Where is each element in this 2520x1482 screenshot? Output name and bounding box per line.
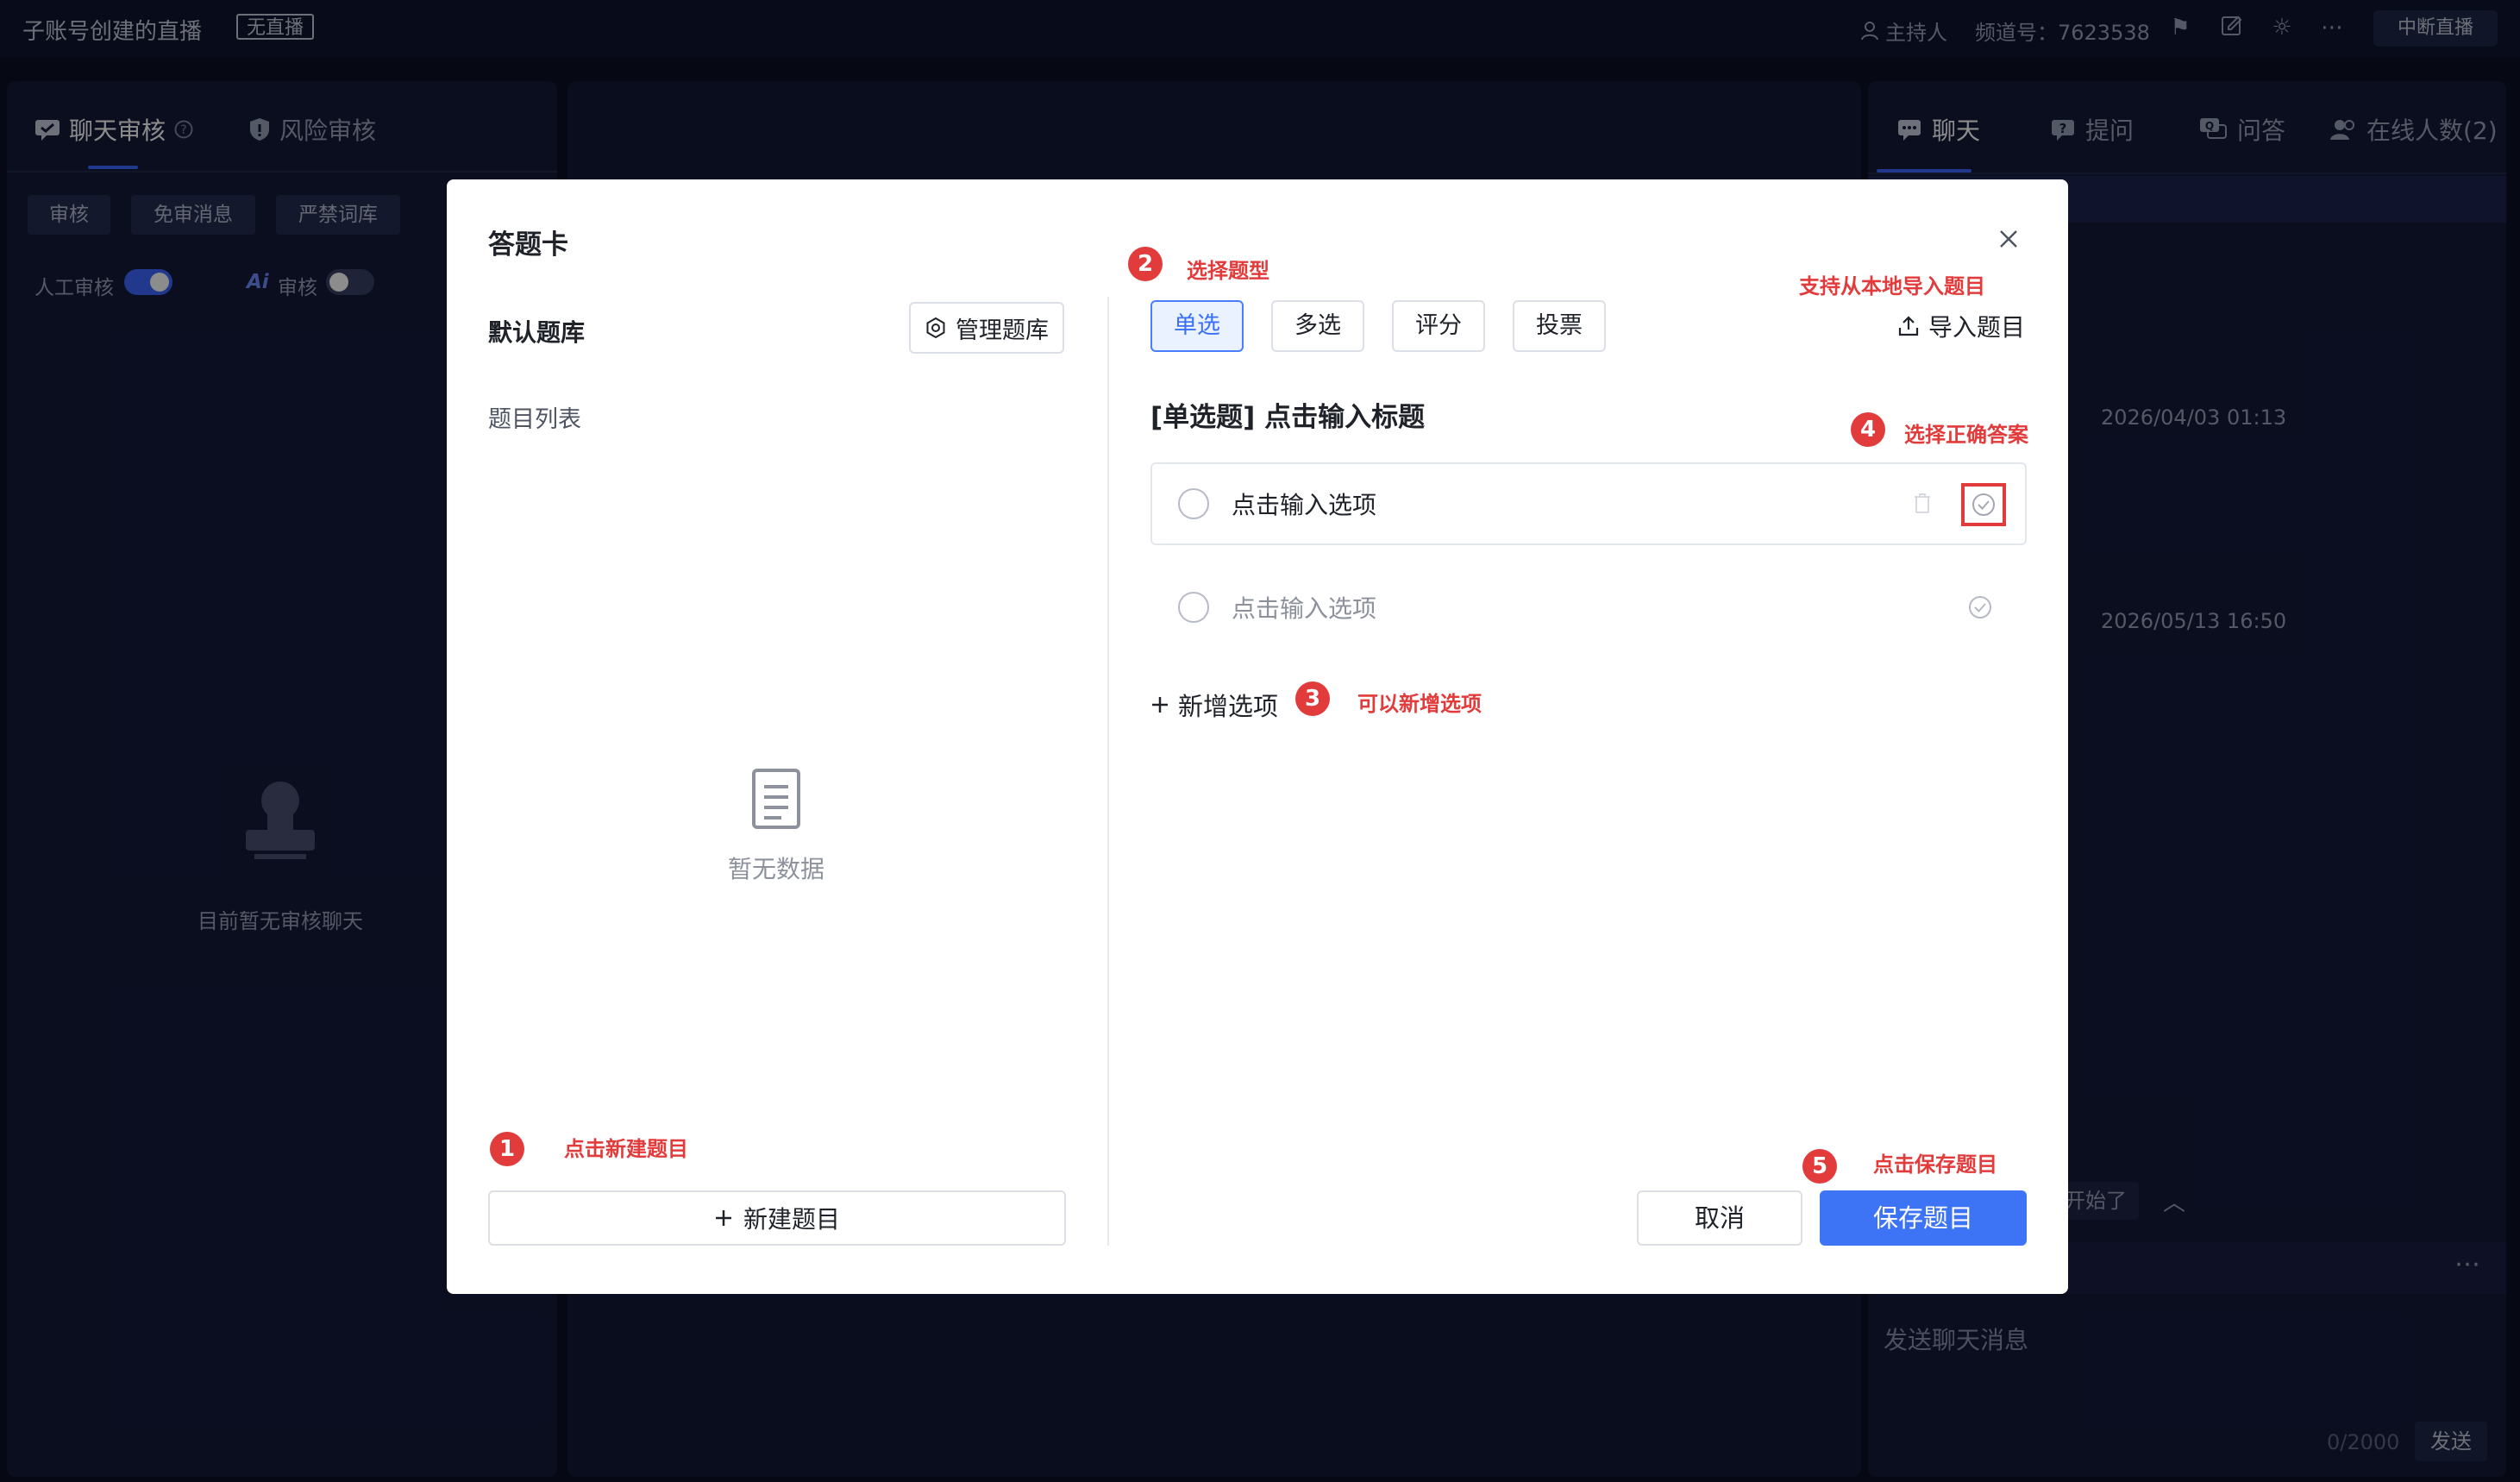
upload-icon xyxy=(1898,316,1919,336)
type-multiple-choice[interactable]: 多选 xyxy=(1271,300,1364,352)
step-badge: 4 xyxy=(1851,412,1885,447)
new-question-button[interactable]: 新建题目 xyxy=(488,1190,1066,1246)
new-question-label: 新建题目 xyxy=(743,1205,840,1234)
question-title-input[interactable]: [单选题] 点击输入标题 xyxy=(1150,395,1425,434)
correct-answer-icon[interactable] xyxy=(1971,493,1996,517)
annotation-text: 选择正确答案 xyxy=(1904,423,2028,447)
manage-bank-button[interactable]: 管理题库 xyxy=(909,302,1064,354)
step-badge: 2 xyxy=(1128,247,1163,281)
question-bank-title: 默认题库 xyxy=(488,318,586,347)
import-questions-label: 导入题目 xyxy=(1928,313,2026,342)
delete-icon[interactable] xyxy=(1913,492,1932,514)
annotation-text: 支持从本地导入题目 xyxy=(1799,274,1985,298)
settings-icon xyxy=(926,317,945,339)
question-list-title: 题目列表 xyxy=(488,406,581,433)
step-badge: 5 xyxy=(1802,1149,1837,1184)
close-icon[interactable] xyxy=(1996,226,2022,252)
annotation-text: 点击新建题目 xyxy=(564,1137,688,1161)
add-option-label: 新增选项 xyxy=(1178,692,1279,721)
step-badge: 1 xyxy=(490,1132,524,1166)
manage-bank-label: 管理题库 xyxy=(956,317,1049,344)
save-question-button[interactable]: 保存题目 xyxy=(1820,1190,2027,1246)
option-radio[interactable] xyxy=(1178,488,1209,519)
modal-title: 答题卡 xyxy=(488,229,568,261)
add-option-button[interactable]: 新增选项 xyxy=(1150,687,1278,723)
empty-state-text: 暂无数据 xyxy=(727,855,824,883)
type-vote[interactable]: 投票 xyxy=(1513,300,1606,352)
answer-card-modal xyxy=(447,179,2068,1294)
correct-answer-icon[interactable] xyxy=(1968,595,1992,619)
type-rating[interactable]: 评分 xyxy=(1392,300,1485,352)
plus-icon xyxy=(715,1210,731,1226)
plus-icon xyxy=(1152,697,1168,713)
import-questions-button[interactable]: 导入题目 xyxy=(1897,309,2025,343)
option-input[interactable]: 点击输入选项 xyxy=(1232,487,1376,521)
option-input[interactable]: 点击输入选项 xyxy=(1232,590,1376,625)
document-icon xyxy=(750,768,802,830)
option-radio[interactable] xyxy=(1178,592,1209,623)
annotation-text: 选择题型 xyxy=(1187,259,1269,283)
cancel-button[interactable]: 取消 xyxy=(1637,1190,1802,1246)
step-badge: 3 xyxy=(1295,681,1330,716)
annotation-text: 点击保存题目 xyxy=(1873,1152,1997,1177)
annotation-text: 可以新增选项 xyxy=(1357,692,1482,716)
type-single-choice[interactable]: 单选 xyxy=(1150,300,1244,352)
divider xyxy=(1107,297,1109,1246)
